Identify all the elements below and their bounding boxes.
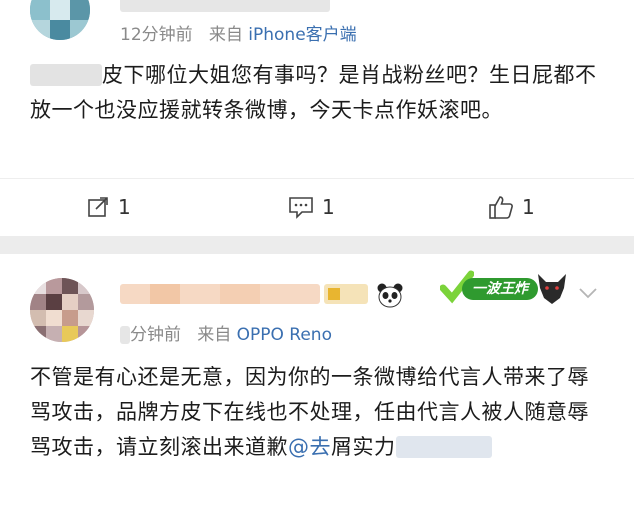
comment-button[interactable]: 1: [288, 193, 335, 221]
repost-icon: [88, 197, 108, 217]
badge-label: 一波王炸: [462, 278, 538, 300]
fan-medal-badge: 一波王炸: [440, 270, 568, 306]
redacted-mention: [395, 436, 492, 458]
redacted-mention: [30, 64, 102, 86]
wolf-icon: [538, 274, 566, 304]
comment-icon: [289, 197, 313, 219]
post-time: 12分钟前: [120, 25, 193, 45]
via-label: 来自: [197, 325, 232, 345]
repost-button[interactable]: 1: [86, 193, 131, 221]
weibo-comment-1: 12分钟前 来自 iPhone客户端 皮下哪位大姐您有事吗？是肖战粉丝吧？生日屁…: [0, 0, 634, 236]
repost-count: 1: [118, 195, 131, 219]
post-source[interactable]: iPhone客户端: [248, 25, 356, 45]
comment-count: 1: [322, 195, 335, 219]
post-meta: 分钟前 来自 OPPO Reno: [120, 320, 332, 345]
weibo-comment-2: 一波王炸 分钟前 来自 OPPO Reno 不管是有心还是无意，因为你的一条微博…: [0, 254, 634, 514]
action-bar: 1 1 1: [0, 178, 634, 239]
comment-body: 皮下哪位大姐您有事吗？是肖战粉丝吧？生日屁都不放一个也没应援就转条微博，今天卡点…: [30, 63, 597, 122]
post-meta: 12分钟前 来自 iPhone客户端: [120, 20, 357, 45]
via-label: 来自: [208, 25, 243, 45]
post-time: 分钟前: [130, 325, 181, 345]
comment-tail: 屑实力: [331, 435, 396, 459]
comment-text: 皮下哪位大姐您有事吗？是肖战粉丝吧？生日屁都不放一个也没应援就转条微博，今天卡点…: [30, 58, 604, 128]
like-button[interactable]: 1: [488, 193, 535, 221]
comment-text: 不管是有心还是无意，因为你的一条微博给代言人带来了辱骂攻击，品牌方皮下在线也不处…: [30, 360, 604, 465]
username-redacted: [120, 0, 330, 12]
post-source[interactable]: OPPO Reno: [237, 325, 332, 345]
thumbs-up-icon: [489, 196, 513, 219]
user-avatar[interactable]: [30, 278, 94, 342]
user-avatar[interactable]: [30, 0, 90, 40]
mention-link[interactable]: @去: [288, 435, 331, 459]
vip-level-badge: [324, 284, 368, 304]
section-divider: [0, 236, 634, 254]
panda-icon: [377, 283, 403, 308]
like-count: 1: [522, 195, 535, 219]
redacted-time-digit: [120, 326, 130, 344]
chevron-down-icon[interactable]: [578, 286, 598, 300]
username-redacted: [120, 284, 320, 304]
